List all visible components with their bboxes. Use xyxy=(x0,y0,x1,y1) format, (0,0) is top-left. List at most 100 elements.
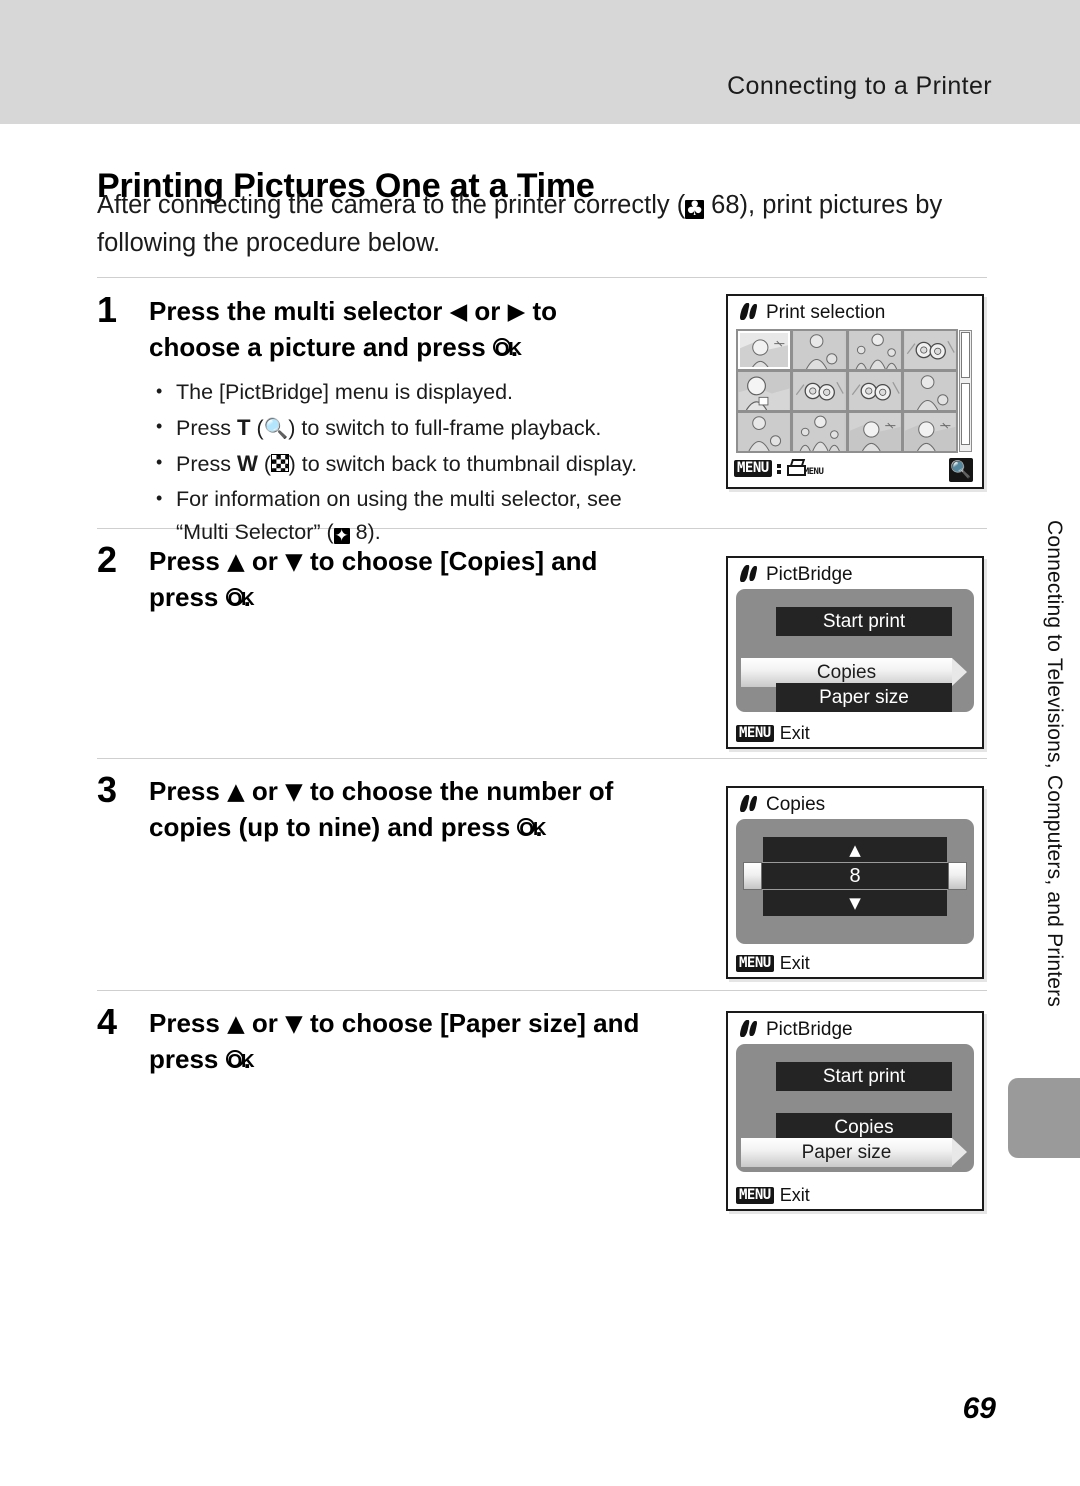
thumbnail-cell[interactable] xyxy=(848,372,901,410)
menu-button-icon[interactable]: MENU xyxy=(736,1186,774,1205)
zoom-out-wide-key-label: W xyxy=(236,451,258,476)
thumbnail-cell[interactable] xyxy=(738,331,791,369)
step-3-heading-period: . xyxy=(535,812,543,842)
ok-button-icon: OK xyxy=(492,338,522,359)
thumbnail-cell[interactable] xyxy=(738,372,791,410)
step-1-bullet-4-line2-post: 8). xyxy=(349,520,381,544)
step-2-heading-period: . xyxy=(243,582,251,612)
exit-label: Exit xyxy=(779,953,810,973)
menu-item-start-print[interactable]: Start print xyxy=(776,607,952,636)
intro-text-before: After connecting the camera to the print… xyxy=(97,191,686,219)
step-4-heading-line2-text: press xyxy=(149,1044,219,1074)
step-1-number: 1 xyxy=(97,289,118,330)
screen-pictbridge-copies-title: PictBridge xyxy=(740,564,853,586)
zoom-in-tele-key-label: T xyxy=(236,415,251,440)
triangle-up-icon: ▲ xyxy=(227,779,245,805)
intro-paragraph: After connecting the camera to the print… xyxy=(97,186,987,262)
printer-menu-icon: MENU xyxy=(786,459,824,478)
list-item: Press W () to switch back to thumbnail d… xyxy=(149,446,694,481)
step-3-heading-line2-text: copies (up to nine) and press xyxy=(149,812,511,842)
pictbridge-logo-icon xyxy=(740,303,760,320)
screen-print-selection: Print selection MENU MENU 🔍 xyxy=(726,294,984,489)
step-1-bullet-2-pre: Press xyxy=(176,416,237,440)
screen-pictbridge-paper-title-text: PictBridge xyxy=(766,1019,853,1040)
step-4-heading: Press ▲ or ▼ to choose [Paper size] and … xyxy=(149,1006,694,1077)
list-item: The [PictBridge] menu is displayed. xyxy=(149,375,694,409)
ok-button-icon: OK xyxy=(225,588,255,609)
screen-pictbridge-copies-title-text: PictBridge xyxy=(766,564,853,585)
running-head: Connecting to a Printer xyxy=(727,72,992,100)
thumbnail-cell[interactable] xyxy=(793,372,846,410)
thumbnail-cell[interactable] xyxy=(903,372,956,410)
thumbnail-cell[interactable] xyxy=(903,331,956,369)
list-item: Press T (🔍) to switch to full-frame play… xyxy=(149,410,694,445)
screen-copies-title: Copies xyxy=(740,794,825,816)
triangle-left-icon: ◀ xyxy=(449,299,468,325)
screen-copies-title-text: Copies xyxy=(766,794,826,815)
triangle-down-icon: ▼ xyxy=(285,549,303,575)
thumbnail-cell[interactable] xyxy=(903,413,956,451)
menu-button-icon[interactable]: MENU xyxy=(734,459,772,478)
thumbnail-cell[interactable] xyxy=(738,413,791,451)
thumbnail-grid-icon xyxy=(270,454,289,472)
triangle-up-icon: ▲ xyxy=(227,1011,245,1037)
step-2-heading-pre: Press xyxy=(149,546,220,576)
ok-button-icon: OK xyxy=(225,1050,255,1071)
step-4-heading-period: . xyxy=(243,1044,251,1074)
triangle-down-icon[interactable]: ▼ xyxy=(763,890,947,916)
step-3-heading-pre: Press xyxy=(149,776,220,806)
scrollbar-thumb-upper[interactable] xyxy=(961,332,970,378)
pictbridge-menu-panel: Start print Copies Paper size xyxy=(736,589,974,712)
step-3-number: 3 xyxy=(97,769,118,810)
book-reference-icon: ♣ xyxy=(685,197,705,220)
menu-item-paper-size[interactable]: Paper size xyxy=(741,1138,967,1167)
copies-value: 8 xyxy=(743,862,967,890)
thumbnail-grid[interactable] xyxy=(736,329,958,453)
step-1-bullet-3-paren: ( xyxy=(263,452,271,476)
screen-print-selection-title-text: Print selection xyxy=(766,302,886,323)
thumbnail-cell[interactable] xyxy=(848,413,901,451)
triangle-down-icon: ▼ xyxy=(285,779,303,805)
exit-label: Exit xyxy=(779,1185,810,1205)
page-number: 69 xyxy=(962,1392,996,1425)
printer-menu-label: MENU xyxy=(803,467,824,477)
step-1-bullet-4-line2-pre: “Multi Selector” ( xyxy=(176,520,334,544)
step-1-heading-line2-text: choose a picture and press xyxy=(149,332,486,362)
magnifier-icon[interactable]: 🔍 xyxy=(949,458,973,482)
copies-stepper[interactable]: ▲ 8 ▼ xyxy=(743,837,967,916)
thumbnail-cell[interactable] xyxy=(793,331,846,369)
menu-item-start-print[interactable]: Start print xyxy=(776,1062,952,1091)
colon-separator-icon xyxy=(776,462,782,476)
menu-button-icon[interactable]: MENU xyxy=(736,954,774,973)
step-1-bullet-2-paren: ( xyxy=(256,416,264,440)
multi-selector-icon: ✦ xyxy=(333,525,350,545)
menu-button-icon[interactable]: MENU xyxy=(736,724,774,743)
step-1-bullet-3-post: ) to switch back to thumbnail display. xyxy=(288,452,638,476)
triangle-down-icon: ▼ xyxy=(285,1011,303,1037)
intro-text-after: ), print pictures by xyxy=(739,191,943,219)
step-1-bullet-1-text: The [PictBridge] menu is displayed. xyxy=(176,380,513,404)
step-2-heading-or: or xyxy=(251,546,278,576)
step-2-heading-mid: to choose [Copies] and xyxy=(309,546,598,576)
step-3-heading-mid: to choose the number of xyxy=(309,776,614,806)
step-1-heading-or: or xyxy=(474,296,501,326)
step-3-heading-line2: copies (up to nine) and press OK. xyxy=(149,810,694,845)
step-4-heading-or: or xyxy=(251,1008,278,1038)
thumbnail-cell[interactable] xyxy=(793,413,846,451)
screen-print-selection-title: Print selection xyxy=(740,302,885,324)
pictbridge-logo-icon xyxy=(740,1020,760,1037)
step-3-heading-or: or xyxy=(251,776,278,806)
step-2-heading-line2-text: press xyxy=(149,582,219,612)
triangle-right-icon: ▶ xyxy=(507,299,526,325)
step-1-bullet-4-text: For information on using the multi selec… xyxy=(176,487,622,511)
menu-item-paper-size[interactable]: Paper size xyxy=(776,683,952,712)
thumbnail-cell[interactable] xyxy=(848,331,901,369)
step-1-heading-period: . xyxy=(510,332,519,362)
step-4-heading-line2: press OK. xyxy=(149,1042,694,1077)
screen-print-selection-footer: MENU MENU 🔍 xyxy=(734,457,976,483)
list-item: For information on using the multi selec… xyxy=(149,482,694,549)
thumbnail-scrollbar[interactable] xyxy=(959,330,972,452)
triangle-up-icon[interactable]: ▲ xyxy=(763,837,947,863)
scrollbar-thumb-lower[interactable] xyxy=(961,383,970,445)
pictbridge-logo-icon xyxy=(740,565,760,582)
